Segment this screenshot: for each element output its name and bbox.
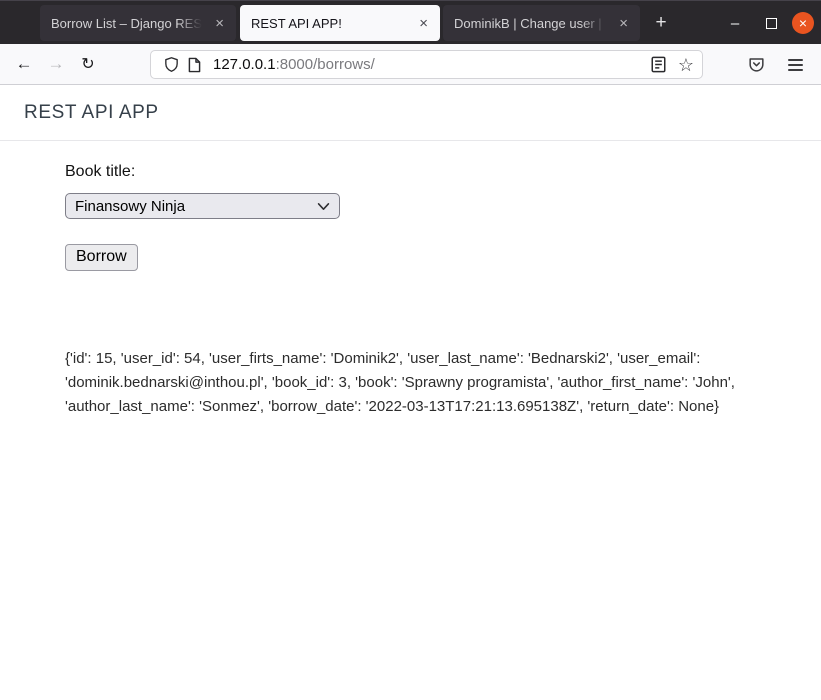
url-host: 127.0.0.1: [213, 56, 276, 73]
reader-view-icon[interactable]: [651, 56, 666, 73]
api-response-text: {'id': 15, 'user_id': 54, 'user_firts_na…: [65, 350, 735, 415]
hamburger-menu-icon[interactable]: [784, 53, 807, 77]
url-bar[interactable]: 127.0.0.1:8000/borrows/ ☆: [150, 50, 703, 79]
borrow-button[interactable]: Borrow: [65, 244, 138, 271]
window-minimize-button[interactable]: –: [722, 1, 748, 45]
reload-button[interactable]: ↻: [72, 49, 104, 79]
tab-title: Borrow List – Django RES: [51, 15, 203, 31]
book-title-label: Book title:: [65, 163, 136, 180]
tab-title: DominikB | Change user |: [454, 15, 602, 31]
tab-rest-api-app[interactable]: REST API APP! ×: [240, 5, 440, 41]
tab-title: REST API APP!: [251, 15, 342, 31]
book-title-select[interactable]: Finansowy Ninja: [65, 193, 340, 219]
tab-borrow-list[interactable]: Borrow List – Django RES ×: [40, 5, 236, 41]
back-button[interactable]: ←: [8, 49, 40, 79]
toolbar-right-icons: [747, 44, 821, 85]
window-close-button[interactable]: ×: [792, 12, 814, 34]
tab-close-icon[interactable]: ×: [615, 14, 632, 33]
navigation-toolbar: ← → ↻ 127.0.0.1:8000/borrows/ ☆: [0, 44, 821, 85]
chevron-down-icon: [317, 202, 330, 210]
pocket-icon[interactable]: [747, 55, 766, 74]
selected-book: Finansowy Ninja: [75, 197, 186, 215]
url-text[interactable]: 127.0.0.1:8000/borrows/: [213, 56, 651, 73]
url-path: :8000/borrows/: [275, 56, 375, 73]
tab-close-icon[interactable]: ×: [415, 14, 432, 33]
bookmark-star-icon[interactable]: ☆: [678, 56, 694, 74]
shield-icon[interactable]: [163, 56, 180, 73]
tab-bar: Borrow List – Django RES × REST API APP!…: [0, 0, 821, 44]
maximize-icon: [765, 17, 777, 29]
page-title: REST API APP: [24, 101, 159, 123]
tab-change-user[interactable]: DominikB | Change user | ×: [443, 5, 640, 41]
forward-button[interactable]: →: [40, 49, 72, 79]
tab-close-icon[interactable]: ×: [211, 14, 228, 33]
page-content: Book title: Finansowy Ninja Borrow {'id'…: [0, 141, 821, 419]
site-header: REST API APP: [0, 85, 821, 141]
window-maximize-button[interactable]: [758, 1, 784, 45]
page-proxy-icon[interactable]: [187, 57, 202, 73]
new-tab-button[interactable]: +: [648, 10, 674, 36]
